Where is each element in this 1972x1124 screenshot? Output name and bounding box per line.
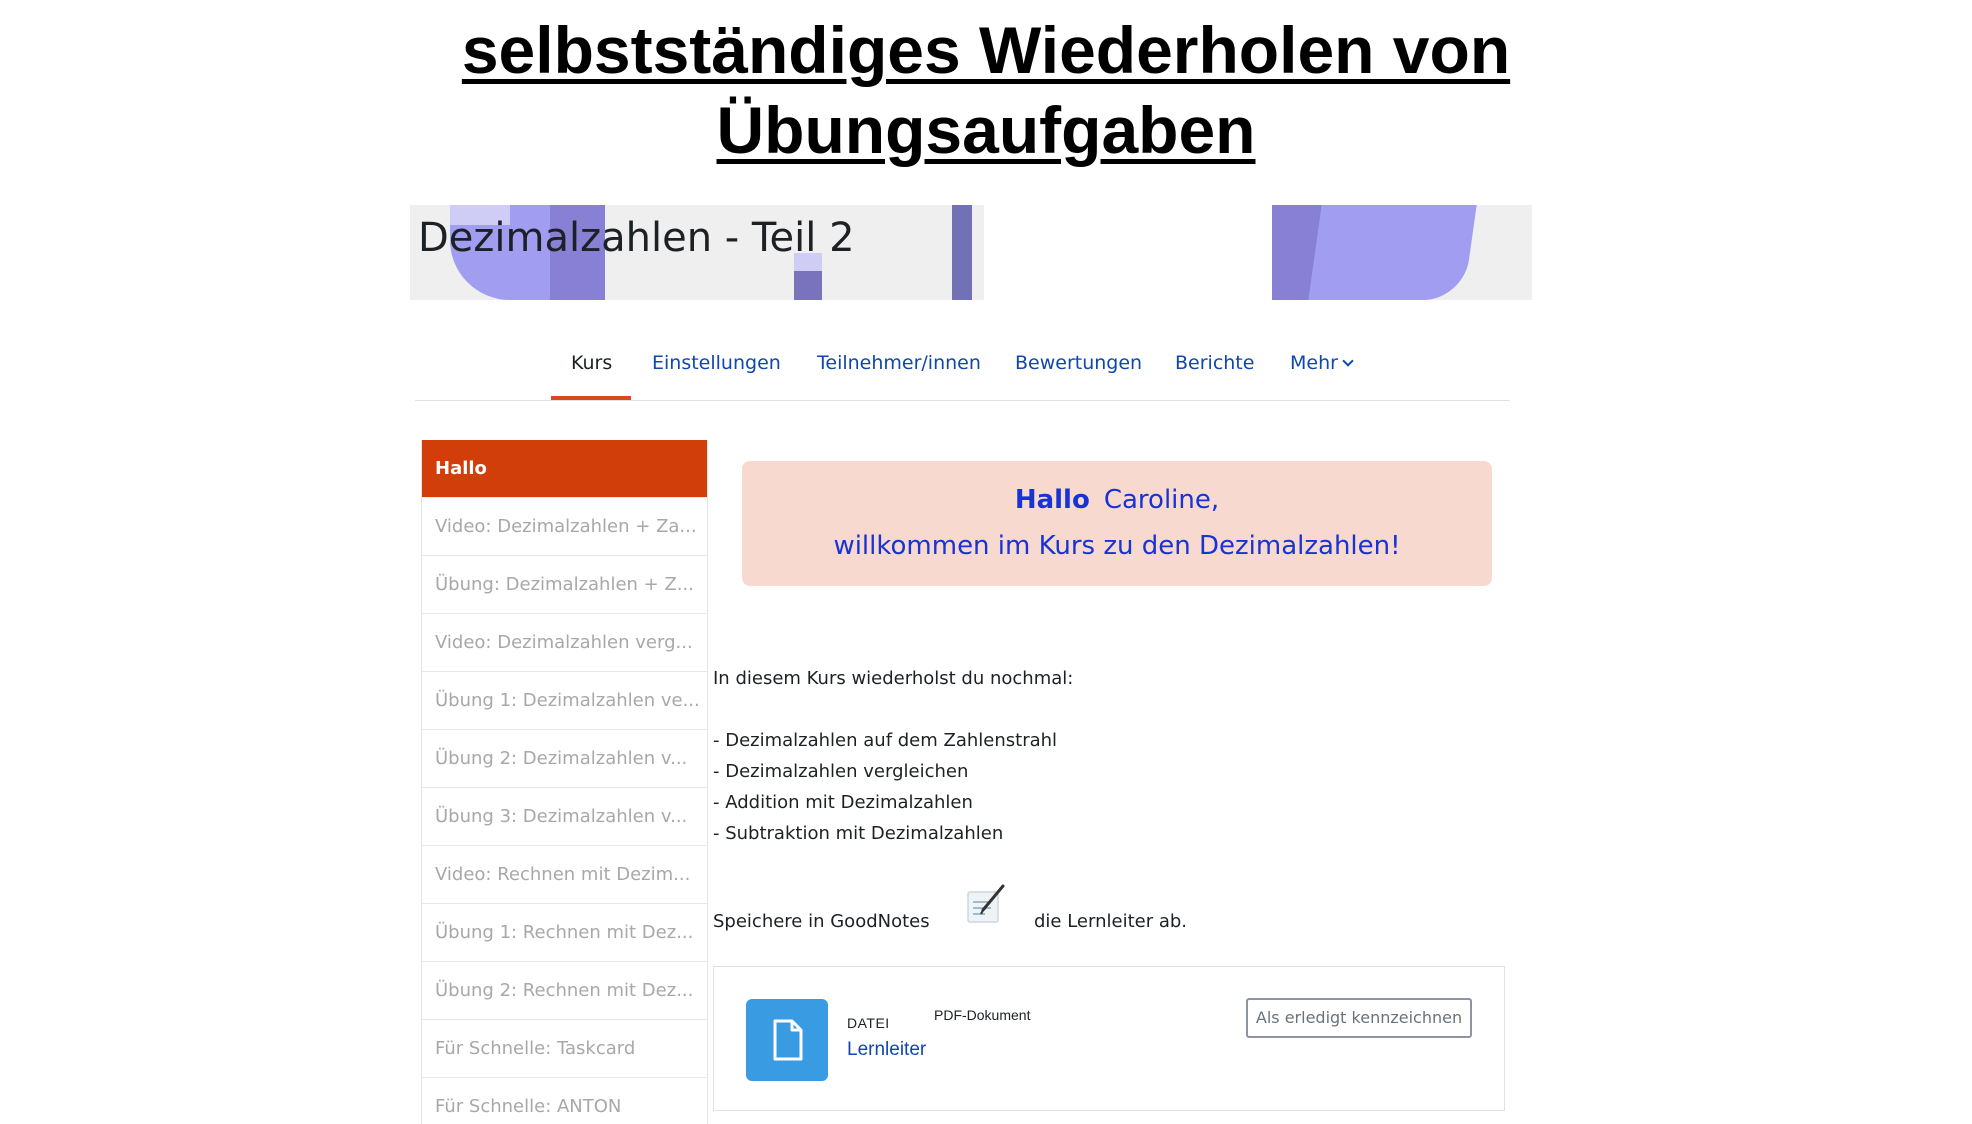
nav-tab-einstellungen[interactable]: Einstellungen — [652, 352, 781, 374]
sidebar-item-anton[interactable]: Für Schnelle: ANTON — [422, 1078, 707, 1124]
course-title: Dezimalzahlen - Teil 2 — [418, 215, 855, 261]
banner-shape-bar — [952, 205, 972, 300]
nav-active-indicator — [551, 396, 631, 400]
course-navigation: Kurs Einstellungen Teilnehmer/innen Bewe… — [415, 340, 1510, 401]
course-header-banner: Dezimalzahlen - Teil 2 — [410, 205, 1532, 300]
nav-tab-berichte[interactable]: Berichte — [1175, 352, 1254, 374]
save-instruction-before: Speichere in GoodNotes — [713, 911, 930, 932]
topic-item: - Dezimalzahlen auf dem Zahlenstrahl — [713, 730, 1058, 751]
file-document-icon — [773, 1019, 803, 1061]
banner-shape-right — [1308, 205, 1477, 300]
nav-tab-teilnehmer[interactable]: Teilnehmer/innen — [817, 352, 981, 374]
activity-card-lernleiter: DATEI PDF-Dokument Lernleiter Als erledi… — [713, 966, 1505, 1111]
sidebar-item-uebung2-vergleichen[interactable]: Übung 2: Dezimalzahlen v... — [422, 730, 707, 788]
sidebar-item-uebung2-rechnen[interactable]: Übung 2: Rechnen mit Dez... — [422, 962, 707, 1020]
file-icon[interactable] — [746, 999, 828, 1081]
topic-item: - Addition mit Dezimalzahlen — [713, 792, 973, 813]
nav-tab-bewertungen[interactable]: Bewertungen — [1015, 352, 1142, 374]
slide-title-line2: Übungsaufgaben — [716, 93, 1256, 167]
sidebar-item-video-rechnen[interactable]: Video: Rechnen mit Dezim... — [422, 846, 707, 904]
sidebar-item-uebung3-vergleichen[interactable]: Übung 3: Dezimalzahlen v... — [422, 788, 707, 846]
sidebar-item-uebung1-rechnen[interactable]: Übung 1: Rechnen mit Dez... — [422, 904, 707, 962]
banner-shape-white — [984, 205, 1272, 300]
slide-title-line1: selbstständiges Wiederholen von — [461, 13, 1511, 87]
activity-link-lernleiter[interactable]: Lernleiter — [847, 1039, 926, 1061]
sidebar-item-taskcard[interactable]: Für Schnelle: Taskcard — [422, 1020, 707, 1078]
sidebar-item-uebung1-vergleichen[interactable]: Übung 1: Dezimalzahlen ve... — [422, 672, 707, 730]
nav-tab-mehr-label: Mehr — [1290, 352, 1338, 374]
sidebar-item-uebung-zahlenstrahl[interactable]: Übung: Dezimalzahlen + Z... — [422, 556, 707, 614]
greeting-box: Hallo Caroline, willkommen im Kurs zu den… — [742, 461, 1492, 586]
greeting-line1: Hallo Caroline, — [742, 485, 1492, 515]
slide-title: selbstständiges Wiederholen von Übungsau… — [286, 10, 1686, 170]
sidebar-item-video-vergleichen[interactable]: Video: Dezimalzahlen verg... — [422, 614, 707, 672]
greeting-hello: Hallo — [1014, 485, 1090, 515]
nav-tab-mehr[interactable]: Mehr — [1290, 352, 1354, 374]
course-index-sidebar: Hallo Video: Dezimalzahlen + Za... Übung… — [421, 440, 708, 1124]
topic-item: - Subtraktion mit Dezimalzahlen — [713, 823, 1004, 844]
save-instruction-after: die Lernleiter ab. — [1034, 911, 1188, 932]
chevron-down-icon — [1342, 355, 1354, 367]
topic-item: - Dezimalzahlen vergleichen — [713, 761, 969, 782]
sidebar-item-hallo[interactable]: Hallo — [422, 440, 707, 498]
notepad-pen-icon — [967, 884, 1005, 923]
course-intro-text: In diesem Kurs wiederholst du nochmal: — [713, 668, 1074, 689]
nav-tab-kurs[interactable]: Kurs — [571, 352, 612, 374]
greeting-user-name: Caroline, — [1103, 485, 1220, 515]
sidebar-item-video-zahlenstrahl[interactable]: Video: Dezimalzahlen + Za... — [422, 498, 707, 556]
mark-done-button[interactable]: Als erledigt kennzeichnen — [1246, 998, 1472, 1038]
activity-type-label: DATEI — [847, 1015, 890, 1031]
greeting-welcome: willkommen im Kurs zu den Dezimalzahlen! — [833, 531, 1401, 561]
activity-subtype-label: PDF-Dokument — [934, 1007, 1031, 1023]
